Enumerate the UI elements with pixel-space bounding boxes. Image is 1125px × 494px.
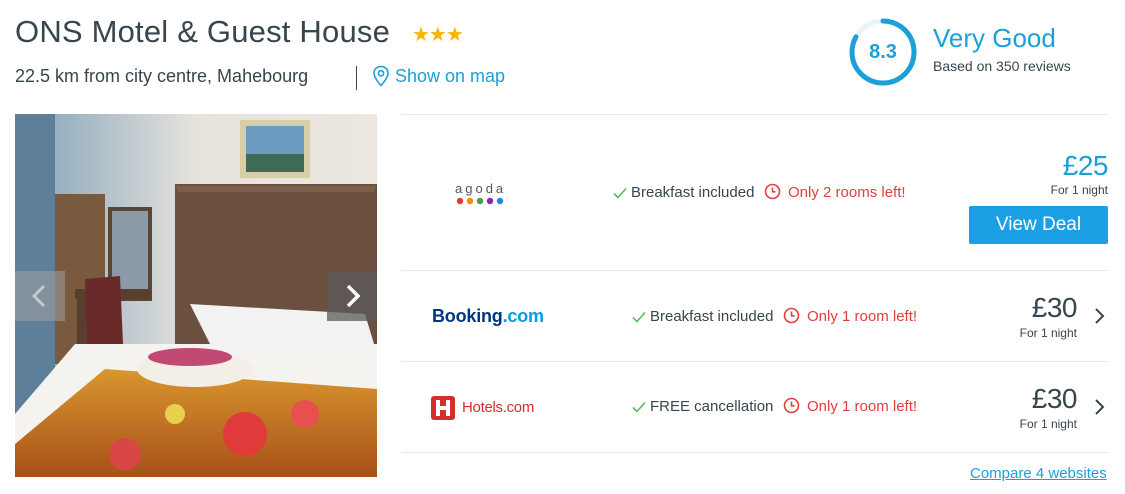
check-icon [632,311,646,323]
clock-icon [783,397,800,414]
booking-logo-main: Booking [432,306,503,326]
chevron-left-icon [31,284,46,308]
deal-price: £30 [1031,292,1078,323]
check-icon [632,401,646,413]
deal-price-note: For 1 night [1019,326,1077,340]
chevron-right-icon[interactable] [1094,307,1106,325]
location-pin-icon[interactable] [372,65,390,87]
chevron-right-icon[interactable] [1094,398,1106,416]
row-divider [402,452,1108,453]
row-divider [402,114,1108,115]
deal-feature: Breakfast included [650,308,774,325]
row-divider [402,361,1108,362]
rating-label: Very Good [933,23,1056,53]
deal-feature: FREE cancellation [650,398,774,415]
deal-price-note: For 1 night [1050,183,1108,197]
show-on-map-link[interactable]: Show on map [395,66,505,87]
gallery-next-button[interactable] [327,271,377,321]
clock-icon [764,183,781,200]
booking-logo-suffix: .com [502,306,544,326]
review-count: Based on 350 reviews [933,58,1071,74]
row-divider [402,270,1108,271]
compare-websites-link[interactable]: Compare 4 websites [970,465,1107,482]
deal-urgency: Only 1 room left! [807,398,918,415]
hotels-logo-icon [431,396,455,420]
hotels-logo[interactable]: Hotels.com [462,399,534,416]
deal-urgency: Only 2 rooms left! [788,184,906,201]
agoda-logo[interactable]: agoda [455,181,506,196]
deal-price: £30 [1031,383,1078,414]
gallery-prev-button[interactable] [15,271,65,321]
check-icon [613,187,627,199]
deal-feature: Breakfast included [631,184,755,201]
hotel-name: ONS Motel & Guest House [15,14,391,49]
star-rating: ★★★ [412,24,464,46]
clock-icon [783,307,800,324]
hotel-photo[interactable] [15,114,377,477]
deal-price: £25 [1062,150,1109,181]
chevron-right-icon [346,284,361,308]
view-deal-button[interactable]: View Deal [969,206,1108,244]
booking-logo[interactable]: Booking.com [432,306,544,327]
deal-urgency: Only 1 room left! [807,308,918,325]
deal-price-note: For 1 night [1019,417,1077,431]
hotel-location: 22.5 km from city centre, Mahebourg [15,66,309,86]
rating-score: 8.3 [869,41,897,63]
agoda-logo-dots [456,197,504,205]
location-divider [356,66,357,90]
